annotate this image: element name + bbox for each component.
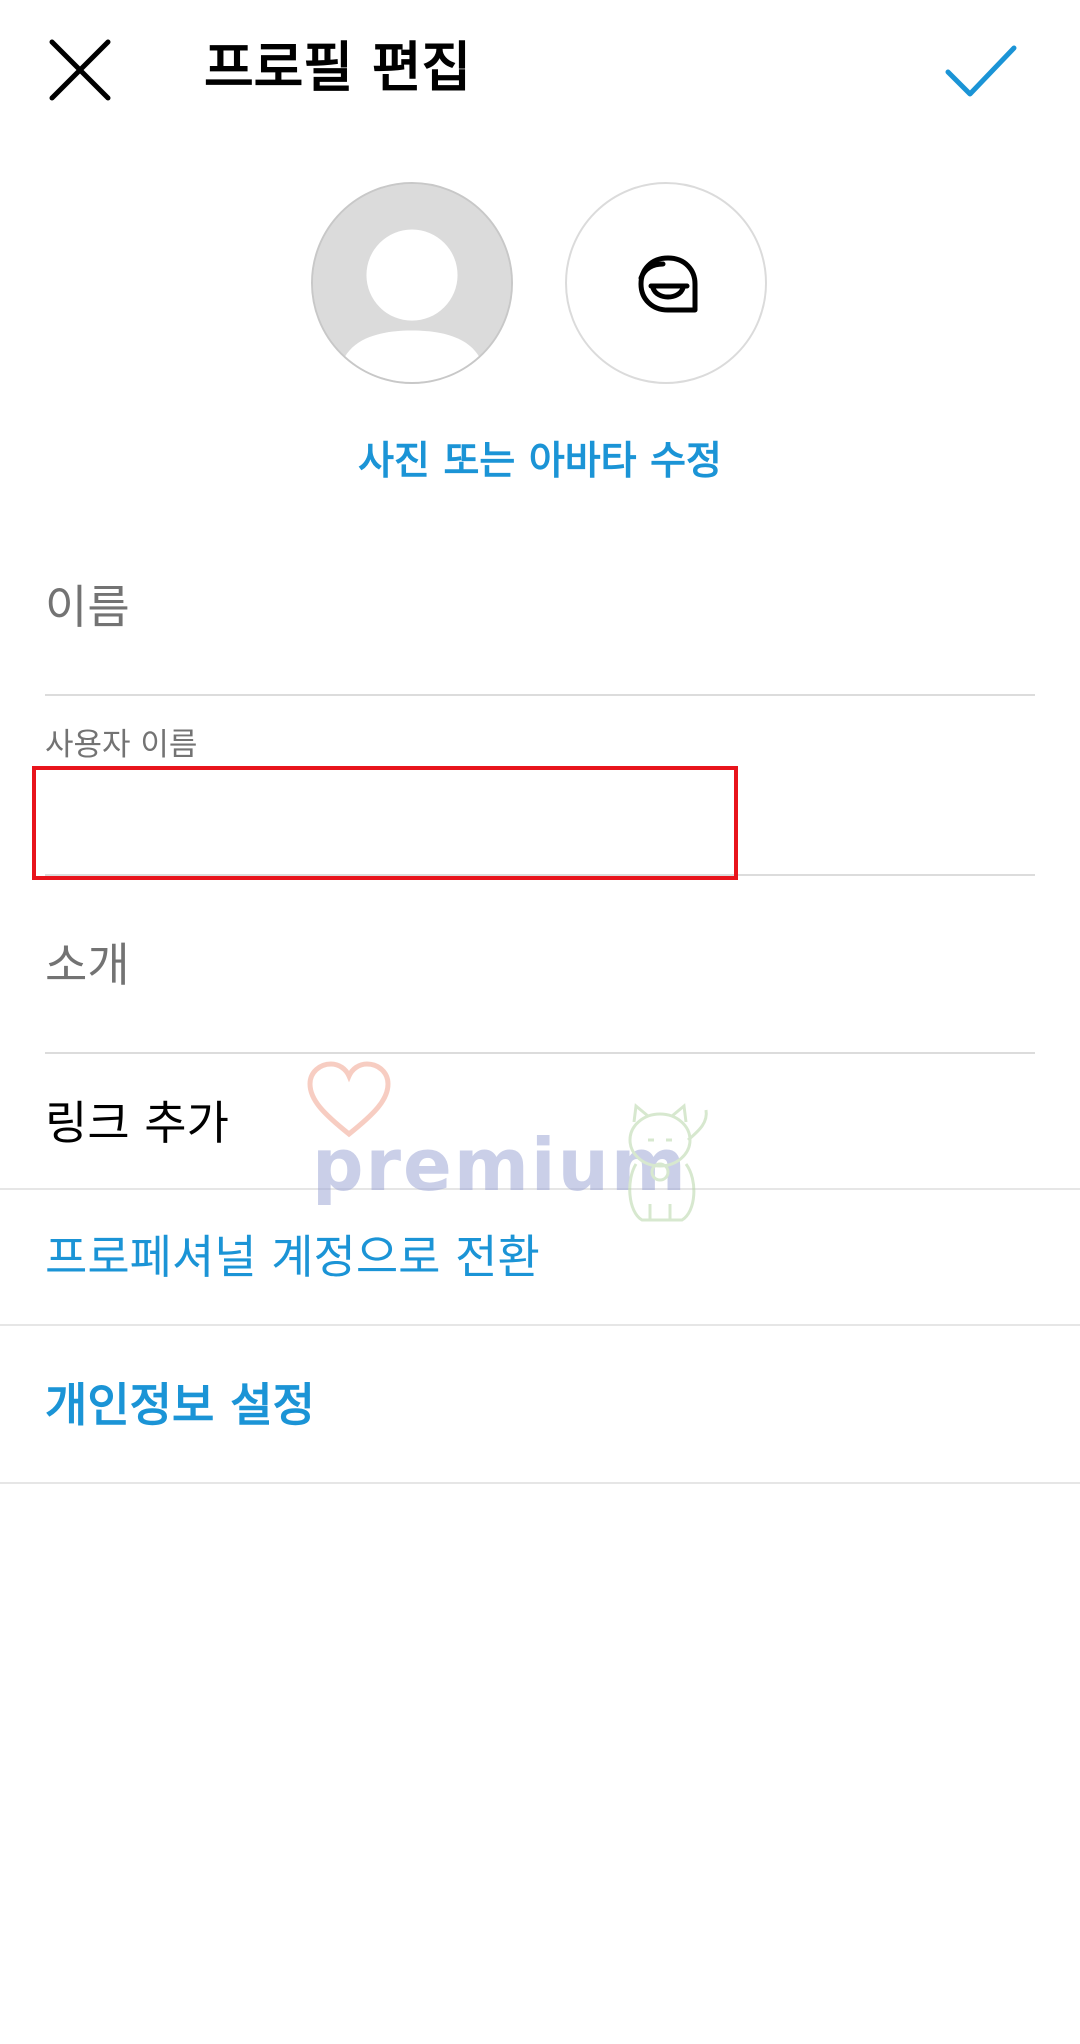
name-underline <box>45 694 1035 696</box>
close-icon <box>49 39 111 101</box>
watermark-text: premium <box>312 1123 688 1207</box>
profile-photo-avatar[interactable] <box>311 182 513 384</box>
top-bar: 프로필 편집 <box>0 0 1080 140</box>
lucky-cat-icon <box>616 1100 716 1230</box>
username-label: 사용자 이름 <box>45 727 198 763</box>
username-field[interactable]: 사용자 이름 <box>45 720 1035 876</box>
add-link-button[interactable]: 링크 추가 <box>45 1088 229 1158</box>
watermark: premium <box>300 1060 730 1230</box>
privacy-settings-link[interactable]: 개인정보 설정 <box>45 1370 315 1440</box>
bio-placeholder: 소개 <box>45 938 130 992</box>
check-icon <box>945 45 1017 97</box>
done-button[interactable] <box>940 30 1020 110</box>
avatar-sticker-icon <box>638 255 698 313</box>
page-title: 프로필 편집 <box>204 36 472 99</box>
divider <box>0 1188 1080 1190</box>
bio-underline <box>45 1052 1035 1054</box>
switch-professional-account-link[interactable]: 프로페셔널 계정으로 전환 <box>45 1222 540 1292</box>
edit-photo-or-avatar-link[interactable]: 사진 또는 아바타 수정 <box>0 432 1080 492</box>
username-underline <box>45 874 1035 876</box>
close-button[interactable] <box>40 30 120 110</box>
username-input[interactable] <box>45 780 985 860</box>
heart-outline-icon <box>304 1060 394 1140</box>
default-avatar-icon <box>313 184 511 382</box>
avatar-sticker-button[interactable] <box>565 182 767 384</box>
name-field[interactable]: 이름 <box>45 572 1035 696</box>
divider <box>0 1324 1080 1326</box>
divider <box>0 1482 1080 1484</box>
bio-field[interactable]: 소개 <box>45 930 1035 1054</box>
name-placeholder: 이름 <box>45 580 130 634</box>
